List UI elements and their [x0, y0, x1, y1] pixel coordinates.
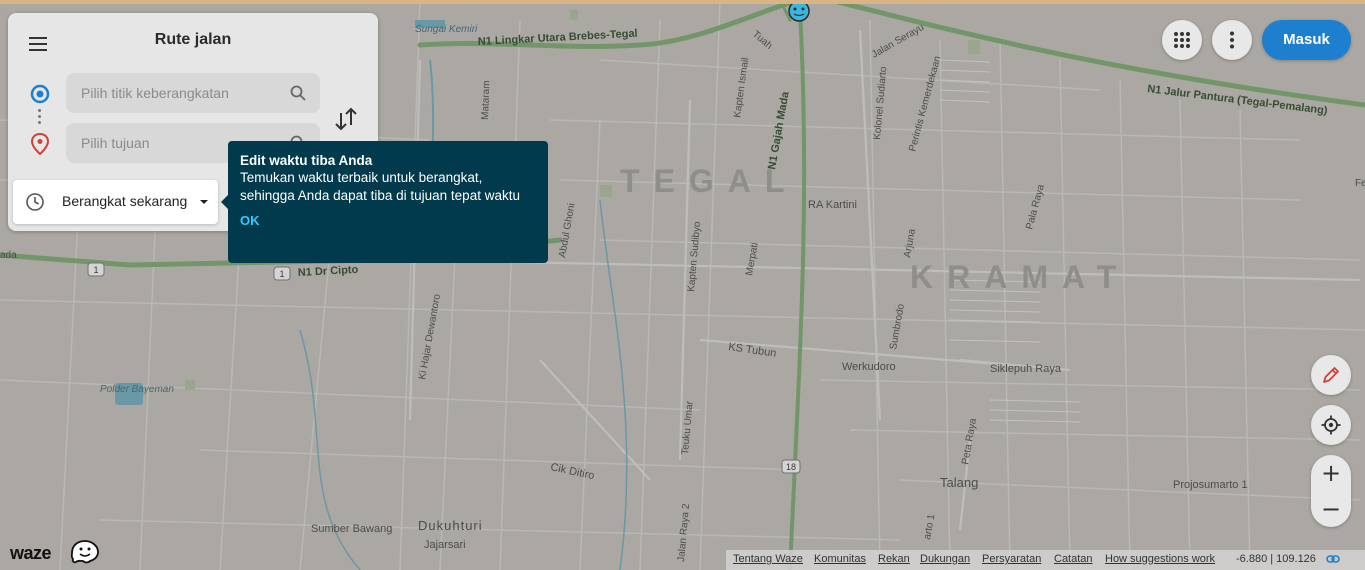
onboarding-tooltip: Edit waktu tiba Anda Temukan waktu terba… — [221, 141, 548, 263]
chevron-down-icon — [200, 200, 208, 204]
tooltip-title: Edit waktu tiba Anda — [240, 153, 373, 168]
depart-time-dropdown[interactable]: Berangkat sekarang — [13, 180, 218, 224]
login-button[interactable]: Masuk — [1262, 20, 1351, 60]
place-label: Sumber Bawang — [311, 523, 392, 535]
zoom-out-button[interactable]: − — [1311, 491, 1351, 527]
origin-input[interactable] — [66, 73, 276, 113]
zoom-controls: + − — [1311, 455, 1351, 527]
place-label: RA Kartini — [808, 199, 857, 211]
shield-label: 1 — [279, 269, 284, 279]
place-label: Dukuhturi — [418, 518, 483, 533]
panel-title: Rute jalan — [154, 31, 232, 48]
place-label: Projosumarto 1 — [1173, 479, 1248, 491]
footer-link-terms[interactable]: Persyaratan — [982, 553, 1041, 565]
place-label: Talang — [940, 475, 978, 490]
place-label: Polder Bayeman — [100, 384, 174, 395]
origin-icon — [30, 84, 50, 104]
place-label: Siklepuh Raya — [990, 363, 1062, 375]
clock-icon — [26, 193, 44, 211]
my-location-button[interactable] — [1311, 405, 1351, 445]
tooltip-body: Temukan waktu terbaik untuk berangkat, s… — [240, 170, 520, 203]
origin-field — [66, 73, 320, 113]
road-label: Mataram — [480, 80, 492, 120]
pencil-icon — [1323, 367, 1339, 383]
tooltip-ok-button[interactable]: OK — [240, 213, 260, 228]
place-label: Jajarsari — [424, 539, 466, 551]
footer-link-support[interactable]: Dukungan — [920, 553, 970, 565]
report-edit-button[interactable] — [1311, 355, 1351, 395]
road-label: Fe — [1355, 178, 1365, 189]
more-options-button[interactable] — [1212, 20, 1252, 60]
place-label: Werkudoro — [842, 361, 896, 373]
place-label: Sungai Kemiri — [415, 24, 478, 35]
route-dots — [38, 109, 42, 127]
shield-label: 1 — [93, 265, 98, 275]
area-label-kramat: KRAMAT — [910, 259, 1130, 295]
brand-name: waze — [10, 543, 52, 563]
road-label: ada — [0, 250, 17, 261]
footer-link-about[interactable]: Tentang Waze — [733, 553, 803, 565]
footer-link-suggestions[interactable]: How suggestions work — [1105, 553, 1215, 565]
depart-label: Berangkat sekarang — [62, 193, 188, 209]
footer-link-community[interactable]: Komunitas — [814, 553, 866, 565]
footer-bar: Tentang Waze Komunitas Rekan Dukungan Pe… — [726, 550, 1365, 570]
waze-user-marker-icon — [788, 0, 810, 22]
swap-icon[interactable] — [333, 105, 359, 133]
search-icon[interactable] — [290, 85, 306, 101]
coordinates-readout: -6.880 | 109.126 — [1236, 553, 1316, 565]
zoom-in-button[interactable]: + — [1311, 455, 1351, 491]
top-banner-strip — [0, 0, 1365, 4]
footer-link-notes[interactable]: Catatan — [1054, 553, 1093, 565]
shield-label: 18 — [786, 462, 796, 472]
share-link-icon[interactable] — [1326, 553, 1340, 565]
destination-pin-icon — [30, 133, 50, 155]
waze-logo-icon — [70, 540, 99, 564]
apps-grid-button[interactable] — [1162, 20, 1202, 60]
crosshair-icon — [1321, 415, 1341, 435]
more-vertical-icon — [1230, 31, 1234, 49]
apps-grid-icon — [1174, 32, 1190, 48]
footer-link-partners[interactable]: Rekan — [878, 553, 910, 565]
